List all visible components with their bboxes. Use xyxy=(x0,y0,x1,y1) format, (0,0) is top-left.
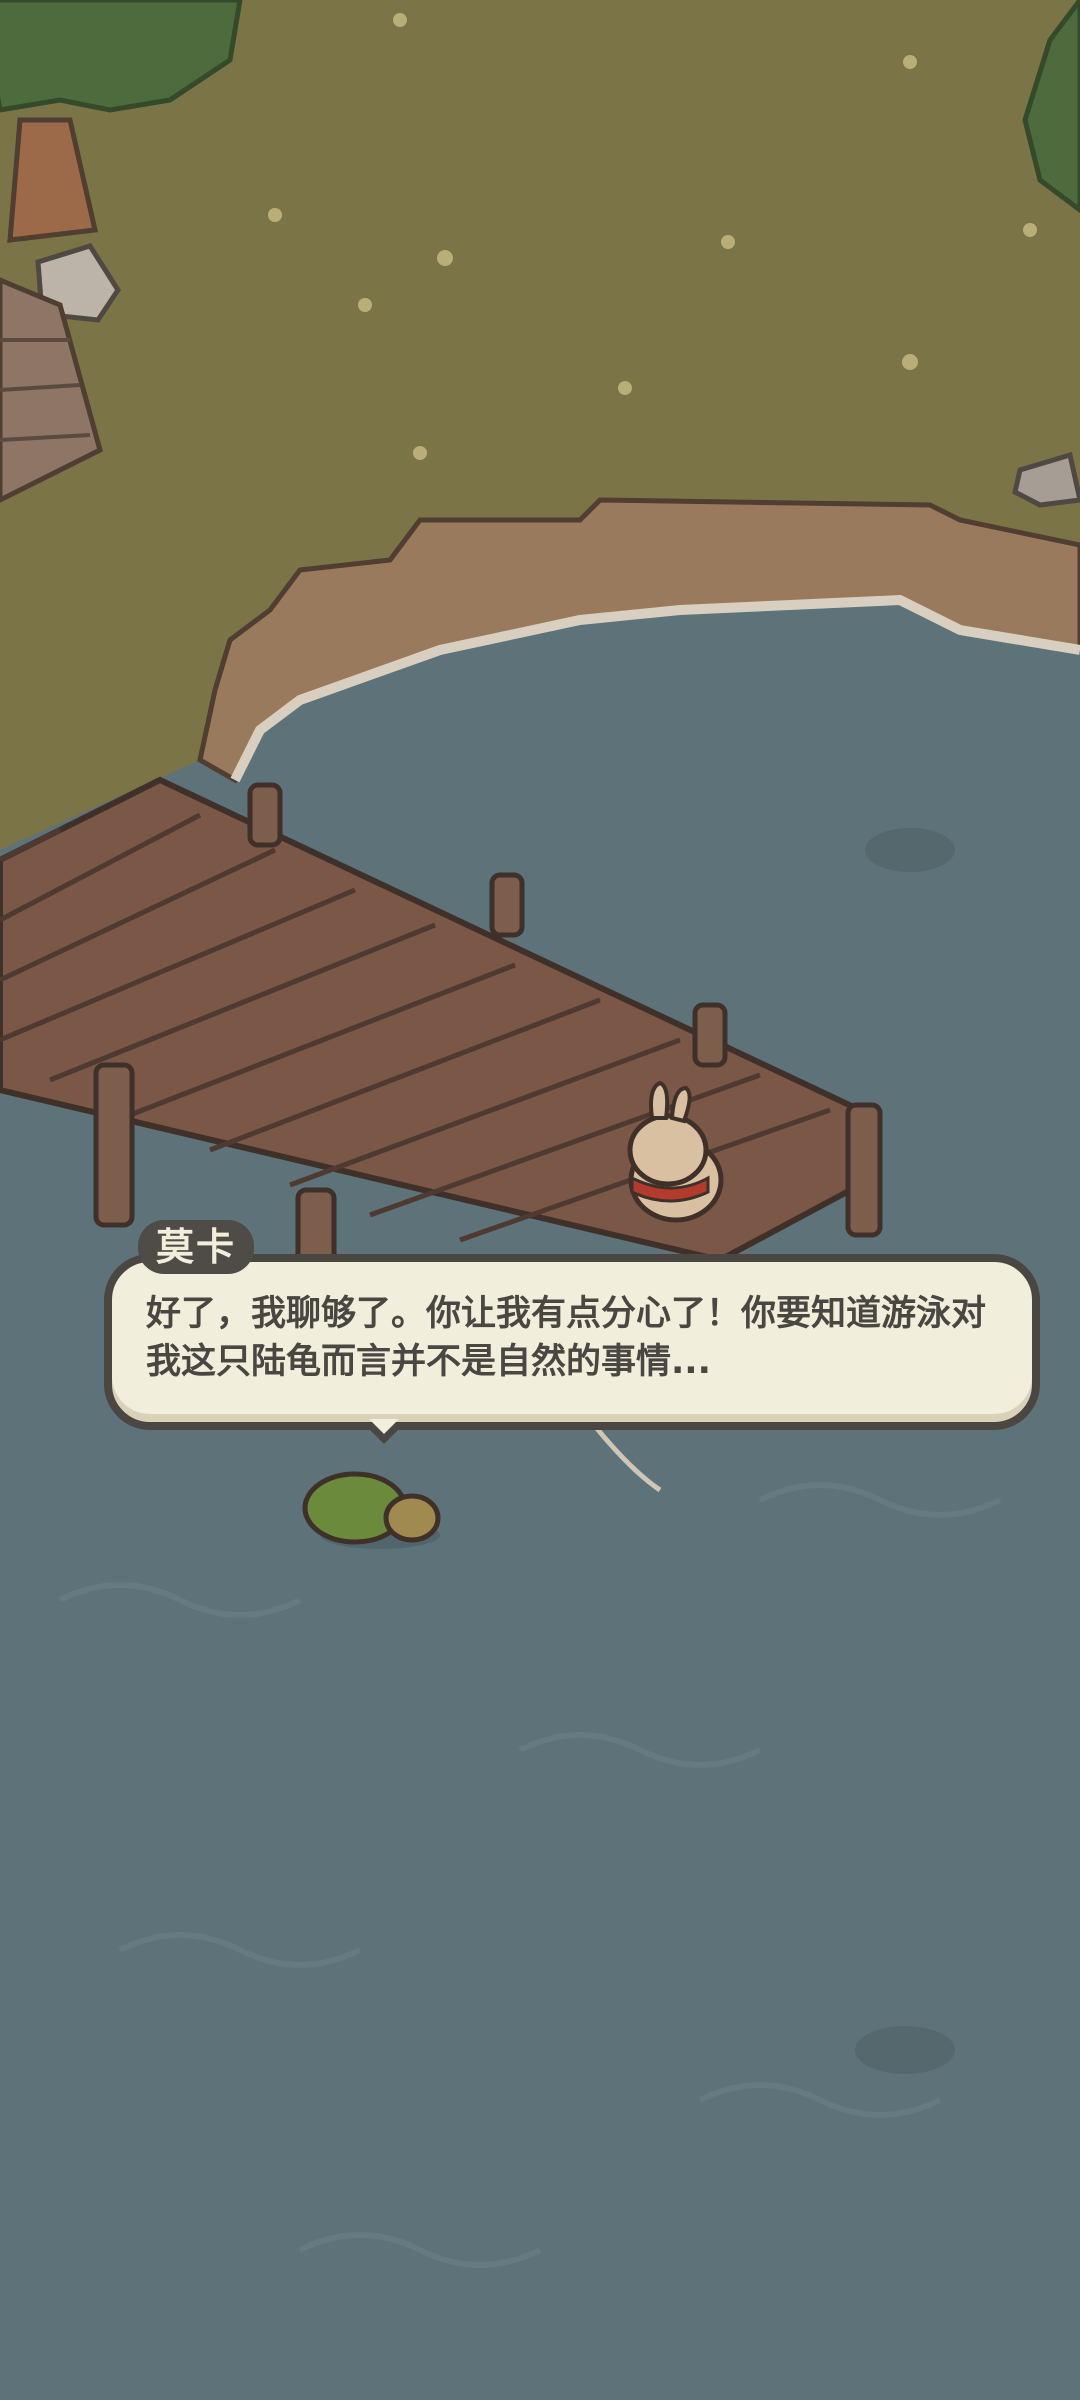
water-shadow xyxy=(865,828,955,872)
dialog-tail-inner xyxy=(369,1419,399,1434)
speaker-name-tag: 莫卡 xyxy=(138,1220,255,1274)
dialog-bubble[interactable]: 莫卡 好了，我聊够了。你让我有点分心了！你要知道游泳对我这只陆龟而言并不是自然的… xyxy=(104,1220,1040,1445)
water-shadow xyxy=(855,2026,955,2074)
dialog-text: 好了，我聊够了。你让我有点分心了！你要知道游泳对我这只陆龟而言并不是自然的事情.… xyxy=(146,1294,987,1382)
game-scene[interactable] xyxy=(0,0,1080,2400)
